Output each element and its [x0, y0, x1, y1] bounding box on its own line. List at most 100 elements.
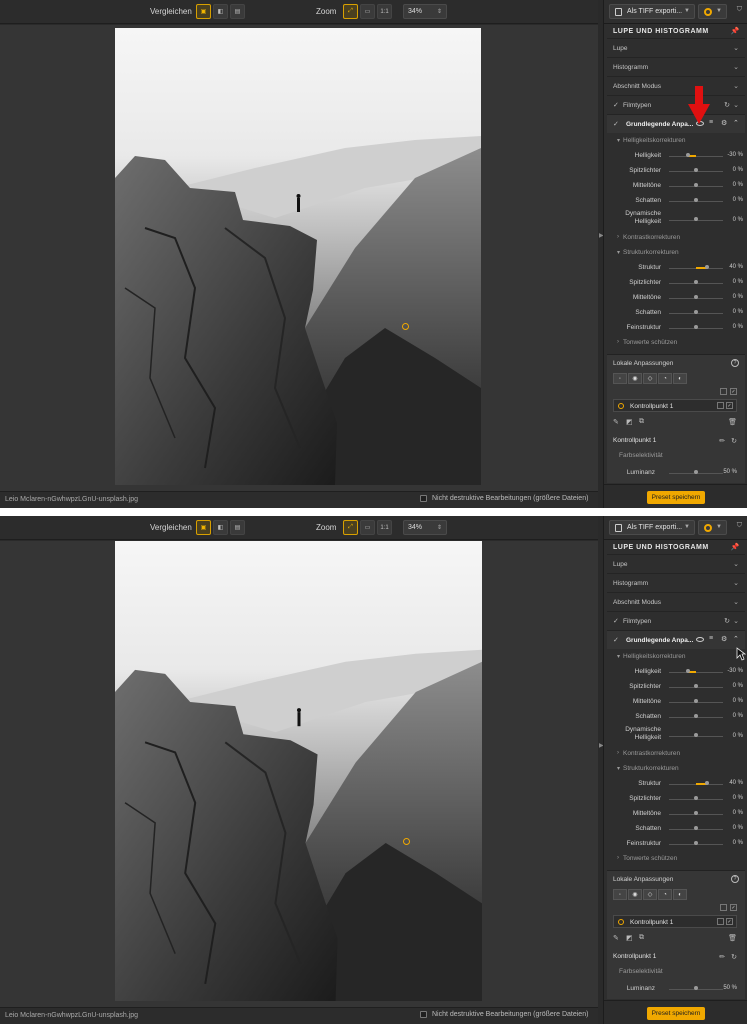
slider-knob[interactable]	[694, 295, 698, 299]
nondestructive-checkbox[interactable]	[420, 495, 427, 502]
fit-icon[interactable]: ⤢	[343, 4, 358, 19]
slider-row[interactable]: Struktur 40 %	[607, 260, 745, 275]
slider-track[interactable]	[669, 781, 723, 785]
accordion-abschnitt-modus[interactable]: Abschnitt Modus ⌄	[607, 592, 745, 611]
shield-icon[interactable]: ⛉	[737, 522, 742, 530]
slider-track[interactable]	[669, 811, 723, 815]
tonwerte-header[interactable]: › Tonwerte schützen	[607, 335, 745, 350]
slider-row[interactable]: Feinstruktur 0 %	[607, 320, 745, 335]
slider-knob[interactable]	[694, 826, 698, 830]
shield-icon[interactable]: ⛉	[737, 6, 742, 14]
nondestructive-toggle[interactable]: Nicht destruktive Bearbeitungen (größere…	[420, 495, 588, 502]
slider-knob[interactable]	[704, 781, 709, 785]
fill-icon[interactable]: ▭	[360, 520, 375, 535]
zoom-select[interactable]: 34% ⇕	[403, 520, 447, 535]
trash-icon[interactable]: 🗑	[728, 934, 737, 942]
mask-toggle[interactable]	[720, 904, 727, 911]
slider-row[interactable]: Schatten 0 %	[607, 305, 745, 320]
slider-track[interactable]	[669, 699, 723, 703]
trash-icon[interactable]: 🗑	[728, 418, 737, 426]
slider-knob[interactable]	[694, 684, 698, 688]
menu-icon[interactable]: ≡	[709, 635, 713, 642]
slider-row[interactable]: Schatten 0 %	[607, 709, 745, 724]
grundlegende-anpassungen-header[interactable]: ✓ Grundlegende Anpa... ≡ ⚙ ⌃	[607, 630, 745, 649]
slider-track[interactable]	[669, 217, 723, 221]
helligkeit-header[interactable]: ▾ Helligkeitskorrekturen	[607, 133, 745, 148]
slider-track[interactable]	[669, 198, 723, 202]
slider-track[interactable]	[669, 684, 723, 688]
single-view-icon[interactable]: ▣	[196, 520, 211, 535]
eye-icon[interactable]	[696, 637, 704, 642]
control-point-tool-icon[interactable]: ◦	[613, 889, 627, 900]
control-point-row[interactable]: Kontrollpunkt 1 ✓	[613, 915, 737, 928]
gradient-tool-icon[interactable]: ◔	[658, 889, 672, 900]
split-view-icon[interactable]: ◧	[213, 520, 228, 535]
slider-track[interactable]	[669, 183, 723, 187]
accordion-histogramm[interactable]: Histogramm ⌄	[607, 573, 745, 592]
fit-icon[interactable]: ⤢	[343, 520, 358, 535]
image-canvas[interactable]	[0, 541, 598, 1007]
duplicate-icon[interactable]: ⧉	[639, 418, 644, 426]
gear-icon[interactable]: ⚙	[721, 119, 727, 127]
slider-row[interactable]: Spitzlichter 0 %	[607, 679, 745, 694]
brush-tool-icon[interactable]: ◉	[628, 373, 642, 384]
one-to-one-button[interactable]: 1:1	[377, 4, 392, 19]
preset-save-button[interactable]: Preset speichern	[647, 1007, 705, 1020]
struktur-header[interactable]: ▾ Strukturkorrekturen	[607, 245, 745, 260]
export-tiff-button[interactable]: Als TIFF exporti... ▼	[609, 520, 695, 535]
fill-icon[interactable]: ▭	[360, 4, 375, 19]
single-view-icon[interactable]: ▣	[196, 4, 211, 19]
help-icon[interactable]: ?	[731, 359, 739, 367]
control-point-marker[interactable]	[403, 838, 410, 845]
enable-toggle[interactable]: ✓	[730, 904, 737, 911]
kontrast-header[interactable]: › Kontrastkorrekturen	[607, 230, 745, 245]
slider-track[interactable]	[669, 714, 723, 718]
export-tiff-button[interactable]: Als TIFF exporti... ▼	[609, 4, 695, 19]
slider-track[interactable]	[669, 168, 723, 172]
slider-knob[interactable]	[694, 217, 698, 221]
control-point-row[interactable]: Kontrollpunkt 1 ✓	[613, 399, 737, 412]
nondestructive-toggle[interactable]: Nicht destruktive Bearbeitungen (größere…	[420, 1011, 588, 1018]
check-icon[interactable]: ✓	[613, 636, 619, 644]
check-icon[interactable]: ✓	[613, 101, 619, 109]
preset-save-button[interactable]: Preset speichern	[647, 491, 705, 504]
check-icon[interactable]: ✓	[613, 617, 619, 625]
one-to-one-button[interactable]: 1:1	[377, 520, 392, 535]
slider-knob[interactable]	[694, 310, 698, 314]
accordion-filmtypen[interactable]: ✓ Filmtypen ↻ ⌄	[607, 611, 745, 630]
slider-knob[interactable]	[685, 669, 690, 673]
accordion-abschnitt-modus[interactable]: Abschnitt Modus ⌄	[607, 76, 745, 95]
control-point-marker[interactable]	[402, 323, 409, 330]
luma-tool-icon[interactable]: ◐	[673, 373, 687, 384]
slider-track[interactable]	[669, 153, 723, 157]
side-by-side-icon[interactable]: ▤	[230, 4, 245, 19]
slider-knob[interactable]	[694, 168, 698, 172]
slider-row[interactable]: Luminanz 50 %	[607, 465, 739, 480]
slider-row[interactable]: Helligkeit -30 %	[607, 664, 745, 679]
slider-knob[interactable]	[694, 183, 698, 187]
gear-icon[interactable]: ⚙	[721, 635, 727, 643]
accordion-filmtypen[interactable]: ✓ Filmtypen ↻ ⌄	[607, 95, 745, 114]
slider-knob[interactable]	[694, 280, 698, 284]
image-canvas[interactable]	[0, 25, 598, 491]
slider-knob[interactable]	[694, 796, 698, 800]
slider-track[interactable]	[669, 295, 723, 299]
panel-scroll-area[interactable]: LUPE UND HISTOGRAMM 📌 Lupe ⌄ Histogramm ⌄ …	[607, 541, 745, 999]
slider-knob[interactable]	[704, 265, 709, 269]
slider-row[interactable]: Struktur 40 %	[607, 776, 745, 791]
tonwerte-header[interactable]: › Tonwerte schützen	[607, 851, 745, 866]
pencil-icon[interactable]: ✏	[719, 953, 725, 961]
pencil-icon[interactable]: ✏	[719, 437, 725, 445]
struktur-header[interactable]: ▾ Strukturkorrekturen	[607, 761, 745, 776]
pin-icon[interactable]: 📌	[731, 543, 740, 551]
slider-track[interactable]	[669, 986, 723, 990]
duplicate-icon[interactable]: ⧉	[639, 934, 644, 942]
brush-tool-icon[interactable]: ◉	[628, 889, 642, 900]
mask-toggle[interactable]	[720, 388, 727, 395]
zoom-select[interactable]: 34% ⇕	[403, 4, 447, 19]
gradient-tool-icon[interactable]: ◔	[658, 373, 672, 384]
slider-row[interactable]: Dynamische Helligkeit 0 %	[607, 724, 745, 746]
slider-row[interactable]: Schatten 0 %	[607, 193, 745, 208]
slider-row[interactable]: Mitteltöne 0 %	[607, 178, 745, 193]
cp-mask-toggle[interactable]	[717, 918, 724, 925]
